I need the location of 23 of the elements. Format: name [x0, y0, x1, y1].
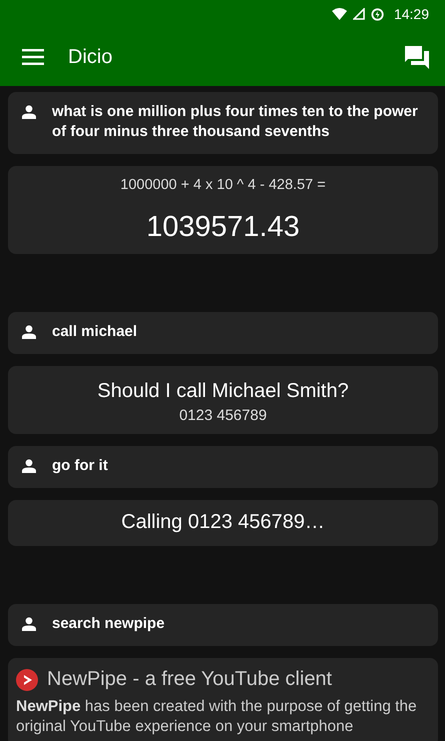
calculation-result: 1039571.43 [146, 211, 300, 244]
person-icon [22, 617, 36, 631]
signal-icon [352, 8, 365, 20]
user-query: search newpipe [52, 614, 165, 634]
user-query: what is one million plus four times ten to the power of four minus three thousand sevenths [52, 102, 419, 142]
call-question: Should I call Michael Smith? [97, 380, 349, 403]
phone-number: 0123 456789 [179, 407, 267, 424]
user-query: call michael [52, 322, 138, 342]
play-icon [16, 668, 38, 690]
wifi-icon [332, 8, 347, 20]
calculation-expression: 1000000 + 4 x 10 ^ 4 - 428.57 = [120, 177, 326, 193]
app-title: Dicio [68, 46, 112, 68]
response-text: Calling 0123 456789… [121, 511, 325, 534]
search-result-description: NewPipe has been created with the purpose of getting the original YouTube experience on your smartphone [16, 697, 418, 737]
search-result-title[interactable]: NewPipe - a free YouTube client [47, 668, 332, 691]
user-query: go for it [52, 456, 108, 476]
chat-icon[interactable] [405, 46, 429, 68]
status-time: 14:29 [394, 6, 429, 22]
person-icon [22, 105, 36, 119]
person-icon [22, 325, 36, 339]
menu-icon[interactable] [22, 49, 44, 65]
data-saver-icon [370, 8, 384, 20]
person-icon [22, 459, 36, 473]
